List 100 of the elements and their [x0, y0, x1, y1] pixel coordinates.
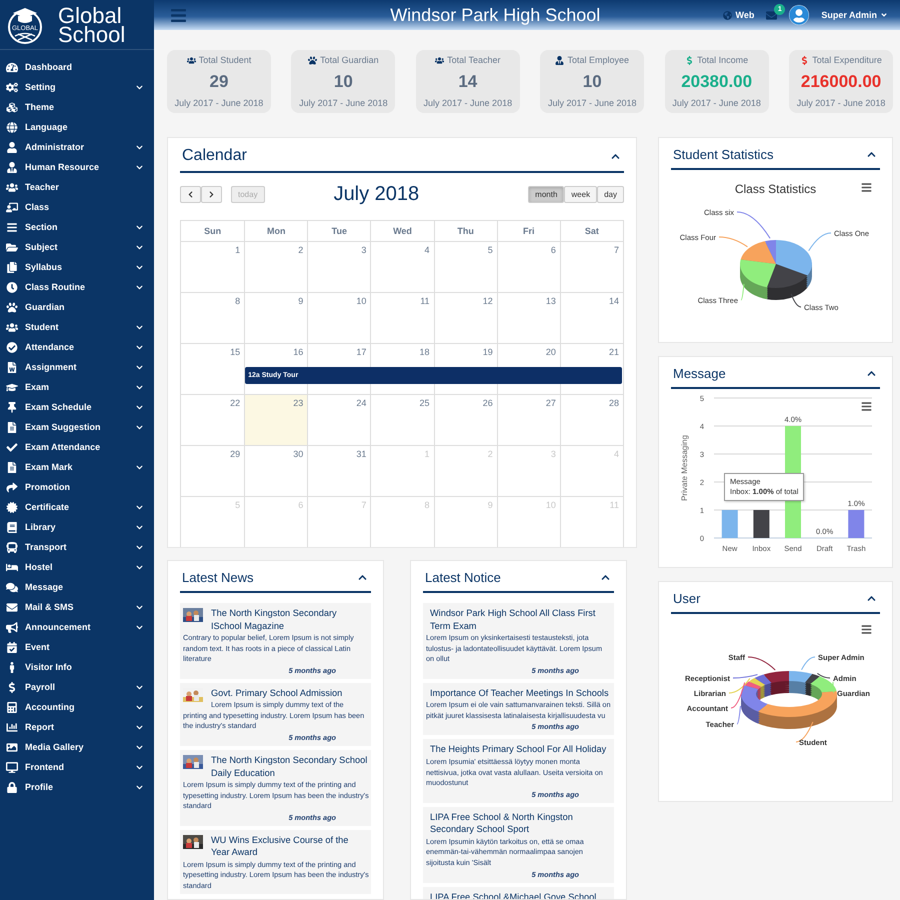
- sidebar-item[interactable]: Setting: [0, 77, 154, 97]
- sidebar-item[interactable]: Message: [0, 577, 154, 597]
- sidebar-item[interactable]: Exam: [0, 377, 154, 397]
- sidebar-item[interactable]: Visitor Info: [0, 657, 154, 677]
- users-icon: [6, 182, 18, 192]
- caret-icon: [880, 11, 888, 19]
- sidebar-item[interactable]: Teacher: [0, 177, 154, 197]
- sidebar-item[interactable]: Student: [0, 317, 154, 337]
- feed-title[interactable]: LIPA Free School & North Kingston Secondary School Sport: [430, 810, 612, 836]
- feed-title[interactable]: Importance Of Teacher Meetings In Schools: [430, 686, 612, 700]
- feed-title[interactable]: WU Wins Exclusive Course of the Year Award: [187, 834, 369, 859]
- day-cell[interactable]: 26: [434, 395, 497, 445]
- avatar-icon[interactable]: [789, 5, 810, 25]
- sidebar-item[interactable]: Section: [0, 217, 154, 237]
- day-cell[interactable]: 1: [181, 242, 244, 292]
- collapse-icon[interactable]: [867, 150, 876, 159]
- sidebar-item[interactable]: Guardian: [0, 297, 154, 317]
- day-cell[interactable]: 31: [307, 446, 370, 496]
- day-cell[interactable]: 7: [560, 242, 623, 292]
- day-cell[interactable]: 28: [560, 395, 623, 445]
- chart-title: Class Statistics: [734, 182, 816, 196]
- copy-icon: [6, 262, 18, 272]
- next-button[interactable]: [201, 186, 222, 203]
- feed-title[interactable]: The Heights Primary School For All Holiday: [430, 743, 612, 756]
- sidebar-item[interactable]: Certificate: [0, 497, 154, 517]
- menu-icon[interactable]: [861, 182, 872, 193]
- day-cell[interactable]: 13: [496, 293, 560, 343]
- sidebar-item[interactable]: Class Routine: [0, 277, 154, 297]
- day-cell[interactable]: 23: [244, 395, 308, 445]
- feed-title[interactable]: The North Kingston Secondary ISchool Magazine: [187, 607, 369, 632]
- menu-icon[interactable]: [861, 401, 872, 412]
- sidebar-item[interactable]: Administrator: [0, 137, 154, 157]
- sidebar-item[interactable]: Accounting: [0, 697, 154, 717]
- day-cell[interactable]: 24: [307, 395, 370, 445]
- sidebar-item[interactable]: Profile: [0, 777, 154, 797]
- sidebar-item[interactable]: Library: [0, 517, 154, 537]
- sidebar-item[interactable]: Human Resource: [0, 157, 154, 177]
- sidebar-item[interactable]: Attendance: [0, 337, 154, 357]
- previous-button[interactable]: [180, 186, 201, 203]
- day-cell[interactable]: 10: [307, 293, 370, 343]
- sidebar-item[interactable]: Syllabus: [0, 257, 154, 277]
- sidebar-item[interactable]: Event: [0, 637, 154, 657]
- sidebar-item[interactable]: Promotion: [0, 477, 154, 497]
- day-cell[interactable]: 6: [496, 242, 560, 292]
- collapse-icon[interactable]: [358, 573, 367, 582]
- menu-icon[interactable]: [170, 6, 187, 24]
- day-cell[interactable]: 14: [560, 293, 623, 343]
- feed-title[interactable]: Windsor Park High School All Class First Term Exam: [430, 607, 612, 632]
- monitor-icon: [6, 762, 18, 772]
- sidebar-item[interactable]: Payroll: [0, 677, 154, 697]
- sidebar-item[interactable]: Report: [0, 717, 154, 737]
- sidebar-item[interactable]: Exam Suggestion: [0, 417, 154, 437]
- day-cell[interactable]: 11: [370, 293, 434, 343]
- user-menu[interactable]: Super Admin: [821, 10, 888, 20]
- day-cell[interactable]: 12: [434, 293, 497, 343]
- day-number: 7: [614, 245, 619, 256]
- sidebar-item[interactable]: Exam Mark: [0, 457, 154, 477]
- calendar-icon: [6, 642, 18, 652]
- stat-value: 29: [210, 72, 228, 92]
- view-tab[interactable]: day: [597, 186, 624, 203]
- feed-title[interactable]: The North Kingston Secondary School Daily Education: [187, 754, 369, 780]
- collapse-icon[interactable]: [601, 573, 610, 582]
- day-cell[interactable]: 22: [181, 395, 244, 445]
- day-cell[interactable]: 2: [244, 242, 308, 292]
- sidebar-item[interactable]: Exam Attendance: [0, 437, 154, 457]
- sidebar-item[interactable]: Transport: [0, 537, 154, 557]
- collapse-icon[interactable]: [867, 594, 876, 603]
- collapse-icon[interactable]: [867, 369, 876, 378]
- day-number: 22: [230, 398, 240, 409]
- sidebar-item[interactable]: Exam Schedule: [0, 397, 154, 417]
- day-cell[interactable]: 9: [244, 293, 308, 343]
- sidebar-item[interactable]: Class: [0, 197, 154, 217]
- day-cell[interactable]: 4: [370, 242, 434, 292]
- menu-icon[interactable]: [861, 624, 872, 635]
- day-cell[interactable]: 29: [181, 446, 244, 496]
- sidebar-item[interactable]: Dashboard: [0, 57, 154, 77]
- sidebar-item[interactable]: Theme: [0, 97, 154, 117]
- sidebar-item[interactable]: Language: [0, 117, 154, 137]
- collapse-icon[interactable]: [611, 152, 620, 160]
- day-cell[interactable]: 27: [496, 395, 560, 445]
- day-cell[interactable]: 15: [181, 344, 244, 394]
- sidebar-item[interactable]: Subject: [0, 237, 154, 257]
- day-cell[interactable]: 3: [307, 242, 370, 292]
- day-cell[interactable]: 30: [244, 446, 308, 496]
- sidebar-item[interactable]: Hostel: [0, 557, 154, 577]
- view-tab[interactable]: month: [528, 186, 564, 203]
- sidebar-item[interactable]: Mail & SMS: [0, 597, 154, 617]
- day-cell[interactable]: 25: [370, 395, 434, 445]
- day-number: 26: [482, 398, 493, 409]
- sidebar-item[interactable]: Announcement: [0, 617, 154, 637]
- day-cell[interactable]: 5: [434, 242, 497, 292]
- sidebar-item[interactable]: Assignment: [0, 357, 154, 377]
- day-cell[interactable]: 8: [181, 293, 244, 343]
- sidebar-item[interactable]: Frontend: [0, 757, 154, 777]
- sidebar-item[interactable]: Media Gallery: [0, 737, 154, 757]
- envelope-icon[interactable]: [766, 10, 778, 20]
- web-link[interactable]: Web: [723, 10, 754, 20]
- view-tab[interactable]: week: [564, 186, 598, 203]
- stat-value: 14: [458, 72, 478, 92]
- feed-title[interactable]: Govt. Primary School Admission: [187, 686, 369, 700]
